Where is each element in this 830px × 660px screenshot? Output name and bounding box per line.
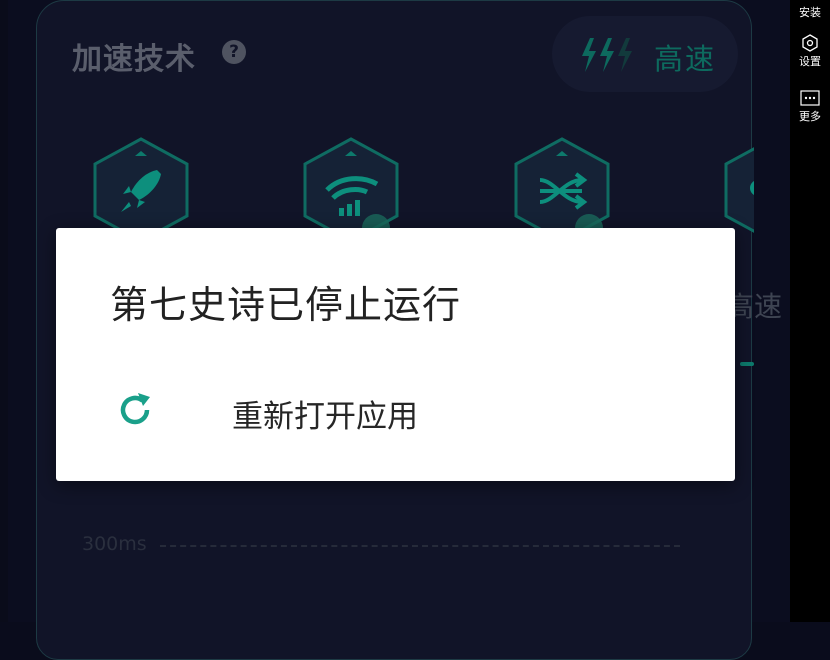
latency-axis-label: 300ms [82,533,147,555]
reopen-app-button[interactable]: 重新打开应用 [56,378,735,446]
settings-button[interactable]: 设置 [790,33,830,69]
install-label: 安装 [799,6,821,19]
reload-icon [120,393,150,425]
card-title: 加速技术 [72,42,196,77]
left-edge [0,0,8,622]
more-icon [800,90,820,106]
latency-gridline [160,545,680,547]
speed-mode-pill[interactable]: 高速 [552,16,738,92]
settings-icon [802,34,818,52]
install-button[interactable]: 安装 [790,4,830,20]
more-button[interactable]: 更多 [790,88,830,124]
dialog-title: 第七史诗已停止运行 [110,283,462,327]
help-icon[interactable]: ? [222,40,246,64]
lightning-icon [582,38,632,72]
more-label: 更多 [799,110,821,123]
speed-label: 高速 [654,42,717,76]
reopen-app-label: 重新打开应用 [232,399,418,435]
settings-label: 设置 [799,55,821,68]
app-stopped-dialog: 第七史诗已停止运行 重新打开应用 [56,228,735,481]
emulator-side-panel: 安装 设置 更多 [790,0,830,622]
feature-underline [740,362,754,366]
